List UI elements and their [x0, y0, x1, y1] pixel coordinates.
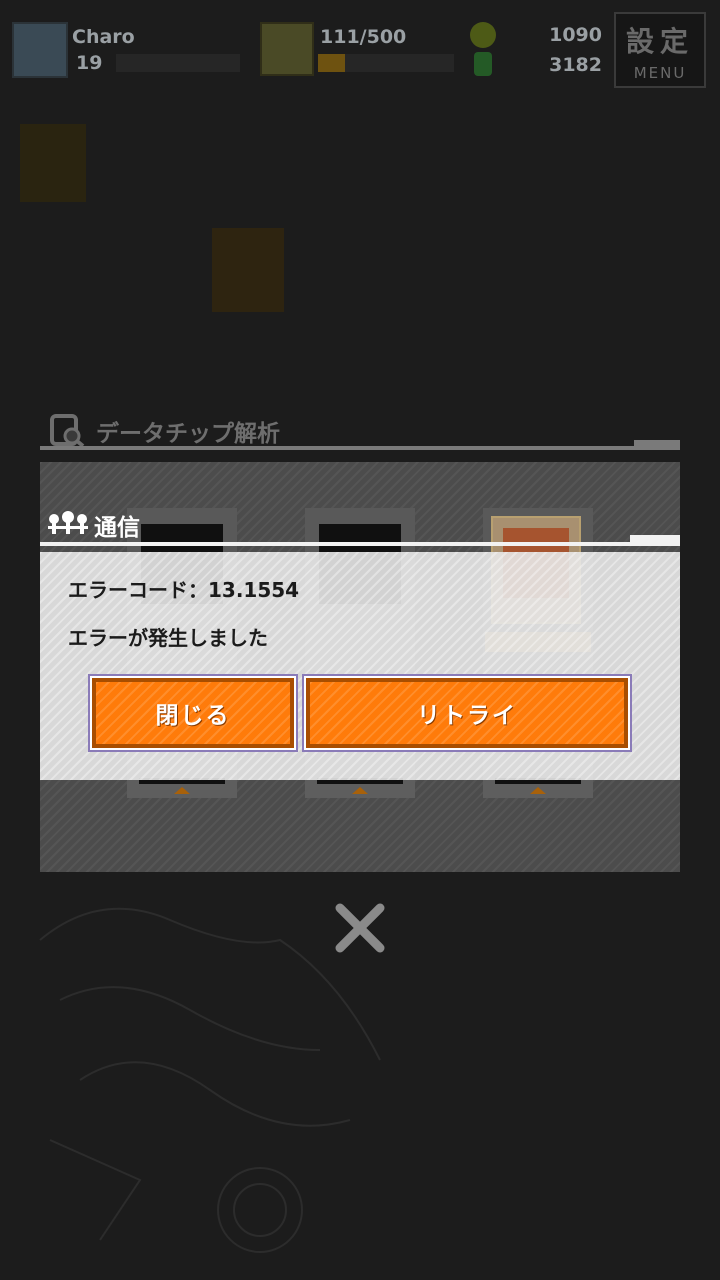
arrow-up-icon: [530, 787, 546, 794]
chip-search-icon: [50, 414, 85, 448]
analysis-divider: [40, 446, 680, 450]
menu-kanji-label: 設定: [625, 25, 694, 58]
error-dialog: エラーコード：13.1554 エラーが発生しました 閉じる リトライ: [40, 552, 680, 780]
error-code: エラーコード：13.1554: [68, 578, 300, 602]
dialog-title: 通信: [94, 515, 140, 541]
background-item-icon: [212, 228, 284, 312]
analysis-title: データチップ解析: [96, 421, 280, 447]
dialog-header: 通信: [40, 504, 680, 544]
analysis-divider-tab: [634, 440, 680, 448]
arrow-up-icon: [174, 787, 190, 794]
retry-button-face: リトライ: [310, 682, 624, 744]
retry-button[interactable]: リトライ: [302, 674, 632, 752]
stamina-bar-fill: [318, 54, 346, 72]
antenna-icon: [48, 511, 88, 534]
stamina-bar: [318, 54, 454, 72]
top-status-bar: Charo 19 111/500 1090 3182 設定 MENU: [0, 0, 720, 96]
dialog-divider-tab: [630, 535, 680, 543]
dialog-divider: [40, 542, 680, 546]
close-x-icon[interactable]: [332, 900, 388, 956]
gem-count: 3182: [549, 54, 602, 76]
stamina-icon: [260, 22, 314, 76]
gem-icon: [474, 52, 492, 76]
background-item-icon: [20, 124, 86, 202]
menu-label: MENU: [633, 64, 687, 82]
player-level: 19: [76, 52, 103, 74]
player-name: Charo: [72, 26, 135, 48]
close-button[interactable]: 閉じる: [88, 674, 298, 752]
retry-button-label: リトライ: [417, 703, 517, 729]
stamina-value: 111/500: [320, 26, 407, 48]
player-avatar: [12, 22, 68, 78]
experience-bar: [116, 54, 240, 72]
coin-count: 1090: [549, 24, 602, 46]
close-button-border: 閉じる: [92, 678, 294, 748]
arrow-up-icon: [352, 787, 368, 794]
coin-icon: [470, 22, 496, 48]
error-message: エラーが発生しました: [68, 626, 268, 650]
retry-button-border: リトライ: [306, 678, 628, 748]
close-button-face: 閉じる: [96, 682, 290, 744]
menu-button[interactable]: 設定 MENU: [614, 12, 706, 88]
close-button-label: 閉じる: [155, 703, 231, 729]
